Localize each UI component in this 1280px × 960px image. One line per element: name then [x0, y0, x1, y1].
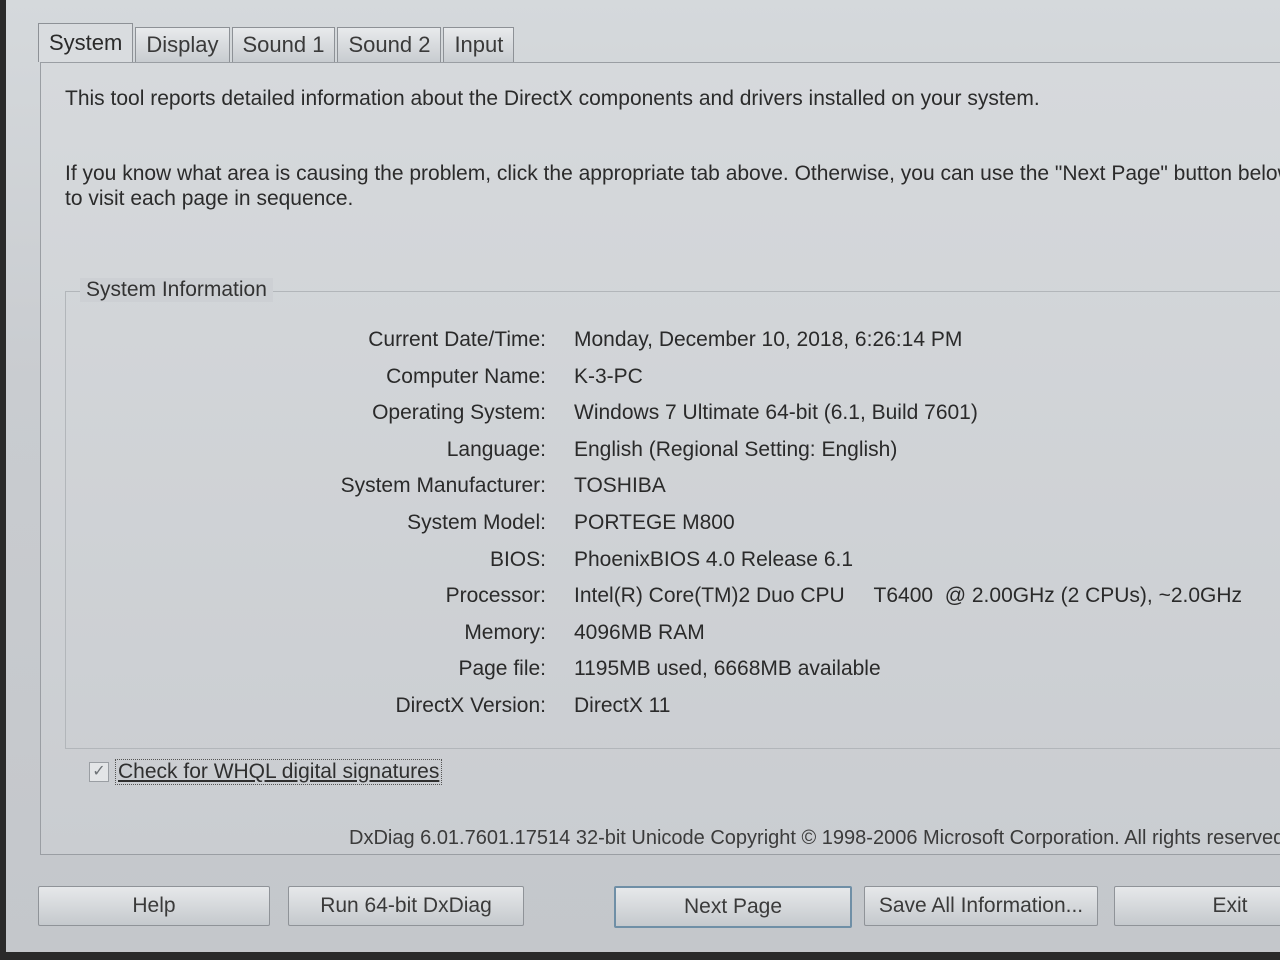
info-list: Current Date/Time: Monday, December 10, …	[66, 328, 1280, 731]
info-value: PORTEGE M800	[574, 510, 735, 534]
info-row-processor: Processor: Intel(R) Core(TM)2 Duo CPU T6…	[66, 584, 1280, 621]
instructions-text: If you know what area is causing the pro…	[65, 162, 1280, 210]
copyright-text: DxDiag 6.01.7601.17514 32-bit Unicode Co…	[349, 827, 1280, 849]
info-label: Page file:	[458, 657, 546, 681]
help-button[interactable]: Help	[38, 886, 270, 926]
info-value: 4096MB RAM	[574, 620, 705, 644]
system-tab-panel: This tool reports detailed information a…	[40, 62, 1280, 855]
info-label: Memory:	[464, 620, 546, 644]
info-row-language: Language: English (Regional Setting: Eng…	[66, 438, 1280, 475]
whql-checkbox-row[interactable]: ✓ Check for WHQL digital signatures	[89, 759, 443, 785]
info-row-memory: Memory: 4096MB RAM	[66, 621, 1280, 658]
info-value: DirectX 11	[574, 693, 671, 717]
tab-strip: System Display Sound 1 Sound 2 Input	[38, 23, 516, 62]
whql-label[interactable]: Check for WHQL digital signatures	[115, 759, 443, 785]
info-label: System Model:	[407, 510, 546, 534]
info-value: K-3-PC	[574, 364, 643, 388]
info-label: Operating System:	[372, 401, 546, 425]
tab-sound-2[interactable]: Sound 2	[337, 27, 442, 62]
info-label: Computer Name:	[386, 364, 546, 388]
info-row-bios: BIOS: PhoenixBIOS 4.0 Release 6.1	[66, 548, 1280, 585]
info-label: BIOS:	[489, 547, 546, 571]
info-label: System Manufacturer:	[340, 474, 546, 498]
next-page-button[interactable]: Next Page	[614, 886, 852, 928]
info-row-computer-name: Computer Name: K-3-PC	[66, 365, 1280, 402]
info-row-manufacturer: System Manufacturer: TOSHIBA	[66, 474, 1280, 511]
info-row-model: System Model: PORTEGE M800	[66, 511, 1280, 548]
save-all-information-button[interactable]: Save All Information...	[864, 886, 1098, 926]
group-title: System Information	[80, 278, 273, 302]
info-row-directx-version: DirectX Version: DirectX 11	[66, 694, 1280, 731]
info-label: Current Date/Time:	[368, 328, 546, 351]
info-label: Language:	[446, 437, 546, 461]
dxdiag-window: System Display Sound 1 Sound 2 Input Thi…	[6, 0, 1280, 952]
info-value: Monday, December 10, 2018, 6:26:14 PM	[574, 328, 963, 351]
system-information-group: System Information Current Date/Time: Mo…	[65, 278, 1280, 749]
info-value: Windows 7 Ultimate 64-bit (6.1, Build 76…	[574, 401, 978, 425]
tab-display[interactable]: Display	[135, 27, 230, 62]
info-label: DirectX Version:	[395, 693, 546, 717]
whql-checkbox[interactable]: ✓	[89, 762, 109, 782]
run-64bit-dxdiag-button[interactable]: Run 64-bit DxDiag	[288, 886, 524, 926]
info-value: English (Regional Setting: English)	[574, 437, 898, 461]
info-value: PhoenixBIOS 4.0 Release 6.1	[574, 547, 854, 571]
info-label: Processor:	[445, 584, 546, 608]
tab-system[interactable]: System	[38, 23, 134, 62]
exit-button[interactable]: Exit	[1114, 886, 1280, 926]
info-value: Intel(R) Core(TM)2 Duo CPU T6400 @ 2.00G…	[574, 584, 1243, 608]
tab-sound-1[interactable]: Sound 1	[231, 27, 336, 62]
info-value: TOSHIBA	[574, 474, 666, 498]
info-value: 1195MB used, 6668MB available	[574, 657, 881, 681]
info-row-datetime: Current Date/Time: Monday, December 10, …	[66, 328, 1280, 365]
tab-input[interactable]: Input	[443, 27, 515, 62]
intro-text: This tool reports detailed information a…	[65, 87, 1040, 110]
info-row-page-file: Page file: 1195MB used, 6668MB available	[66, 657, 1280, 694]
info-row-os: Operating System: Windows 7 Ultimate 64-…	[66, 401, 1280, 438]
